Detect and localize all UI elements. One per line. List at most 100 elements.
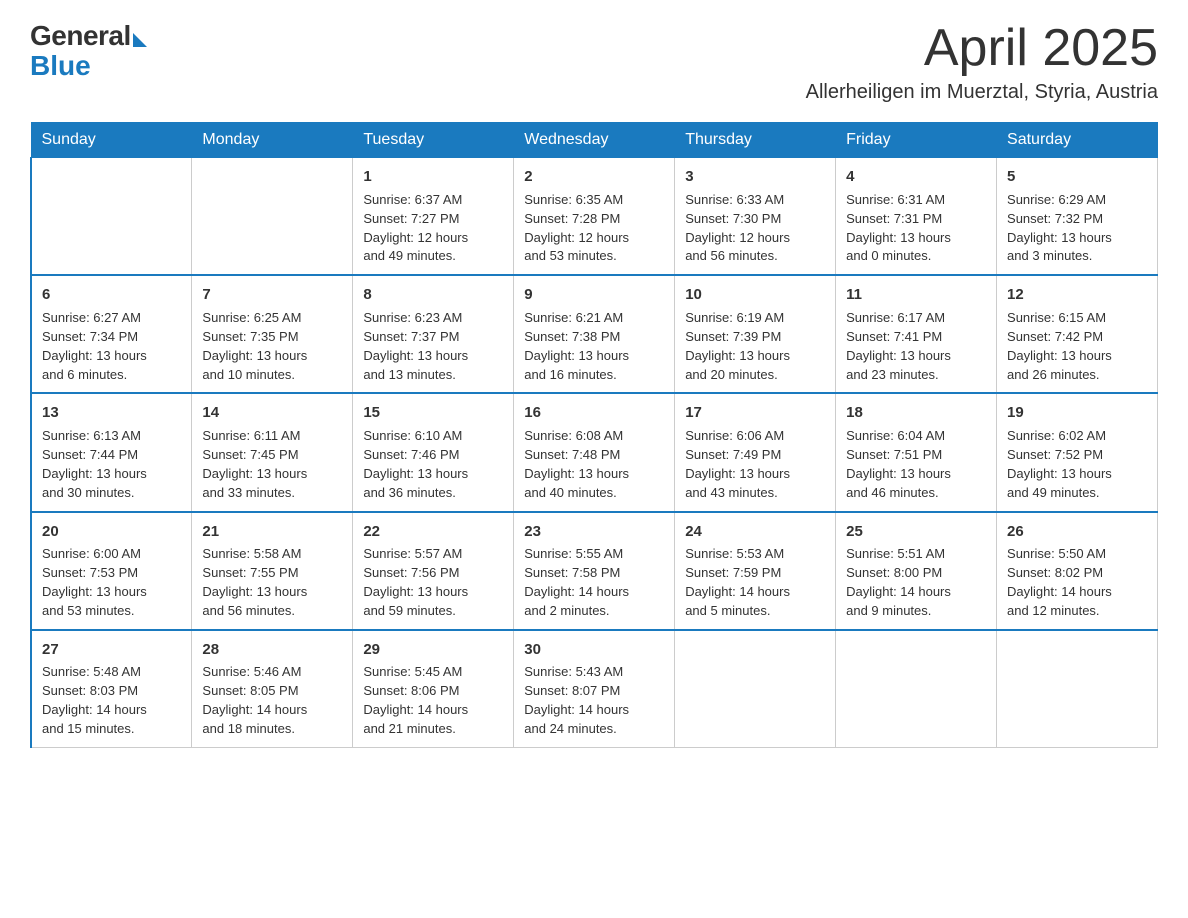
day-info: Sunrise: 6:11 AMSunset: 7:45 PMDaylight:… — [202, 427, 342, 502]
calendar-week-row: 20Sunrise: 6:00 AMSunset: 7:53 PMDayligh… — [31, 512, 1158, 630]
day-info: Sunrise: 6:19 AMSunset: 7:39 PMDaylight:… — [685, 309, 825, 384]
day-number: 11 — [846, 284, 986, 306]
header: General Blue April 2025 Allerheiligen im… — [30, 20, 1158, 104]
day-info: Sunrise: 6:37 AMSunset: 7:27 PMDaylight:… — [363, 191, 503, 266]
calendar-week-row: 13 Sunrise: 6:13 AMSunset: 7:44 PMDayligh… — [31, 393, 1158, 511]
calendar-cell: 4Sunrise: 6:31 AMSunset: 7:31 PMDaylight… — [836, 158, 997, 276]
day-info: Sunrise: 6:17 AMSunset: 7:41 PMDaylight:… — [846, 309, 986, 384]
calendar-cell: 5 Sunrise: 6:29 AMSunset: 7:32 PMDaylight… — [997, 158, 1158, 276]
col-header-saturday: Saturday — [997, 123, 1158, 158]
day-number: 29 — [363, 639, 503, 661]
day-info: Sunrise: 5:43 AMSunset: 8:07 PMDaylight:… — [524, 663, 664, 738]
calendar-cell: 24Sunrise: 5:53 AMSunset: 7:59 PMDayligh… — [675, 512, 836, 630]
calendar-cell — [997, 630, 1158, 748]
calendar-cell: 11 Sunrise: 6:17 AMSunset: 7:41 PMDayligh… — [836, 275, 997, 393]
calendar-cell: 29Sunrise: 5:45 AMSunset: 8:06 PMDayligh… — [353, 630, 514, 748]
calendar-cell — [192, 158, 353, 276]
day-info: Sunrise: 6:35 AMSunset: 7:28 PMDaylight:… — [524, 191, 664, 266]
calendar-cell: 22Sunrise: 5:57 AMSunset: 7:56 PMDayligh… — [353, 512, 514, 630]
day-number: 3 — [685, 166, 825, 188]
col-header-thursday: Thursday — [675, 123, 836, 158]
day-number: 6 — [42, 284, 181, 306]
calendar-cell: 14 Sunrise: 6:11 AMSunset: 7:45 PMDayligh… — [192, 393, 353, 511]
calendar-cell: 25Sunrise: 5:51 AMSunset: 8:00 PMDayligh… — [836, 512, 997, 630]
col-header-friday: Friday — [836, 123, 997, 158]
calendar-week-row: 1Sunrise: 6:37 AMSunset: 7:27 PMDaylight… — [31, 158, 1158, 276]
calendar-header-row: SundayMondayTuesdayWednesdayThursdayFrid… — [31, 123, 1158, 158]
day-info: Sunrise: 6:25 AMSunset: 7:35 PMDaylight:… — [202, 309, 342, 384]
calendar-cell: 15 Sunrise: 6:10 AMSunset: 7:46 PMDayligh… — [353, 393, 514, 511]
day-number: 13 — [42, 402, 181, 424]
title-area: April 2025 Allerheiligen im Muerztal, St… — [806, 20, 1158, 104]
calendar-cell — [31, 158, 192, 276]
calendar-cell: 2Sunrise: 6:35 AMSunset: 7:28 PMDaylight… — [514, 158, 675, 276]
col-header-sunday: Sunday — [31, 123, 192, 158]
calendar-cell: 26Sunrise: 5:50 AMSunset: 8:02 PMDayligh… — [997, 512, 1158, 630]
month-title: April 2025 — [806, 20, 1158, 77]
calendar-cell: 27Sunrise: 5:48 AMSunset: 8:03 PMDayligh… — [31, 630, 192, 748]
day-info: Sunrise: 6:06 AMSunset: 7:49 PMDaylight:… — [685, 427, 825, 502]
day-number: 14 — [202, 402, 342, 424]
calendar-week-row: 6 Sunrise: 6:27 AMSunset: 7:34 PMDaylight… — [31, 275, 1158, 393]
logo-general-text: General — [30, 20, 131, 52]
calendar-cell: 23Sunrise: 5:55 AMSunset: 7:58 PMDayligh… — [514, 512, 675, 630]
day-info: Sunrise: 6:02 AMSunset: 7:52 PMDaylight:… — [1007, 427, 1147, 502]
day-info: Sunrise: 5:45 AMSunset: 8:06 PMDaylight:… — [363, 663, 503, 738]
day-info: Sunrise: 5:58 AMSunset: 7:55 PMDaylight:… — [202, 545, 342, 620]
calendar-cell: 6 Sunrise: 6:27 AMSunset: 7:34 PMDaylight… — [31, 275, 192, 393]
calendar-cell: 12 Sunrise: 6:15 AMSunset: 7:42 PMDayligh… — [997, 275, 1158, 393]
day-number: 19 — [1007, 402, 1147, 424]
calendar-cell: 19 Sunrise: 6:02 AMSunset: 7:52 PMDayligh… — [997, 393, 1158, 511]
day-number: 27 — [42, 639, 181, 661]
day-number: 7 — [202, 284, 342, 306]
day-number: 23 — [524, 521, 664, 543]
day-info: Sunrise: 6:29 AMSunset: 7:32 PMDaylight:… — [1007, 191, 1147, 266]
calendar-cell: 30Sunrise: 5:43 AMSunset: 8:07 PMDayligh… — [514, 630, 675, 748]
logo-blue-text: Blue — [30, 50, 91, 82]
day-info: Sunrise: 5:55 AMSunset: 7:58 PMDaylight:… — [524, 545, 664, 620]
calendar-cell: 20Sunrise: 6:00 AMSunset: 7:53 PMDayligh… — [31, 512, 192, 630]
calendar-cell: 10Sunrise: 6:19 AMSunset: 7:39 PMDayligh… — [675, 275, 836, 393]
calendar-week-row: 27Sunrise: 5:48 AMSunset: 8:03 PMDayligh… — [31, 630, 1158, 748]
day-info: Sunrise: 6:15 AMSunset: 7:42 PMDaylight:… — [1007, 309, 1147, 384]
col-header-tuesday: Tuesday — [353, 123, 514, 158]
calendar-cell: 21Sunrise: 5:58 AMSunset: 7:55 PMDayligh… — [192, 512, 353, 630]
day-info: Sunrise: 6:10 AMSunset: 7:46 PMDaylight:… — [363, 427, 503, 502]
location-subtitle: Allerheiligen im Muerztal, Styria, Austr… — [806, 81, 1158, 104]
day-info: Sunrise: 6:04 AMSunset: 7:51 PMDaylight:… — [846, 427, 986, 502]
day-number: 22 — [363, 521, 503, 543]
day-info: Sunrise: 6:27 AMSunset: 7:34 PMDaylight:… — [42, 309, 181, 384]
day-info: Sunrise: 5:51 AMSunset: 8:00 PMDaylight:… — [846, 545, 986, 620]
day-info: Sunrise: 5:50 AMSunset: 8:02 PMDaylight:… — [1007, 545, 1147, 620]
day-number: 15 — [363, 402, 503, 424]
calendar-cell: 16Sunrise: 6:08 AMSunset: 7:48 PMDayligh… — [514, 393, 675, 511]
day-number: 20 — [42, 521, 181, 543]
day-number: 21 — [202, 521, 342, 543]
day-info: Sunrise: 5:48 AMSunset: 8:03 PMDaylight:… — [42, 663, 181, 738]
day-number: 8 — [363, 284, 503, 306]
logo: General Blue — [30, 20, 147, 82]
day-info: Sunrise: 6:23 AMSunset: 7:37 PMDaylight:… — [363, 309, 503, 384]
day-number: 28 — [202, 639, 342, 661]
col-header-monday: Monday — [192, 123, 353, 158]
day-info: Sunrise: 6:31 AMSunset: 7:31 PMDaylight:… — [846, 191, 986, 266]
day-info: Sunrise: 6:13 AMSunset: 7:44 PMDaylight:… — [42, 427, 181, 502]
day-number: 17 — [685, 402, 825, 424]
day-number: 9 — [524, 284, 664, 306]
day-number: 26 — [1007, 521, 1147, 543]
calendar-table: SundayMondayTuesdayWednesdayThursdayFrid… — [30, 122, 1158, 748]
calendar-cell: 8 Sunrise: 6:23 AMSunset: 7:37 PMDaylight… — [353, 275, 514, 393]
calendar-cell: 13 Sunrise: 6:13 AMSunset: 7:44 PMDayligh… — [31, 393, 192, 511]
day-info: Sunrise: 5:57 AMSunset: 7:56 PMDaylight:… — [363, 545, 503, 620]
calendar-cell: 1Sunrise: 6:37 AMSunset: 7:27 PMDaylight… — [353, 158, 514, 276]
day-number: 5 — [1007, 166, 1147, 188]
day-info: Sunrise: 6:08 AMSunset: 7:48 PMDaylight:… — [524, 427, 664, 502]
day-number: 12 — [1007, 284, 1147, 306]
day-number: 25 — [846, 521, 986, 543]
day-info: Sunrise: 5:53 AMSunset: 7:59 PMDaylight:… — [685, 545, 825, 620]
calendar-cell: 9Sunrise: 6:21 AMSunset: 7:38 PMDaylight… — [514, 275, 675, 393]
day-info: Sunrise: 5:46 AMSunset: 8:05 PMDaylight:… — [202, 663, 342, 738]
calendar-cell — [836, 630, 997, 748]
calendar-cell: 17 Sunrise: 6:06 AMSunset: 7:49 PMDayligh… — [675, 393, 836, 511]
day-info: Sunrise: 6:33 AMSunset: 7:30 PMDaylight:… — [685, 191, 825, 266]
